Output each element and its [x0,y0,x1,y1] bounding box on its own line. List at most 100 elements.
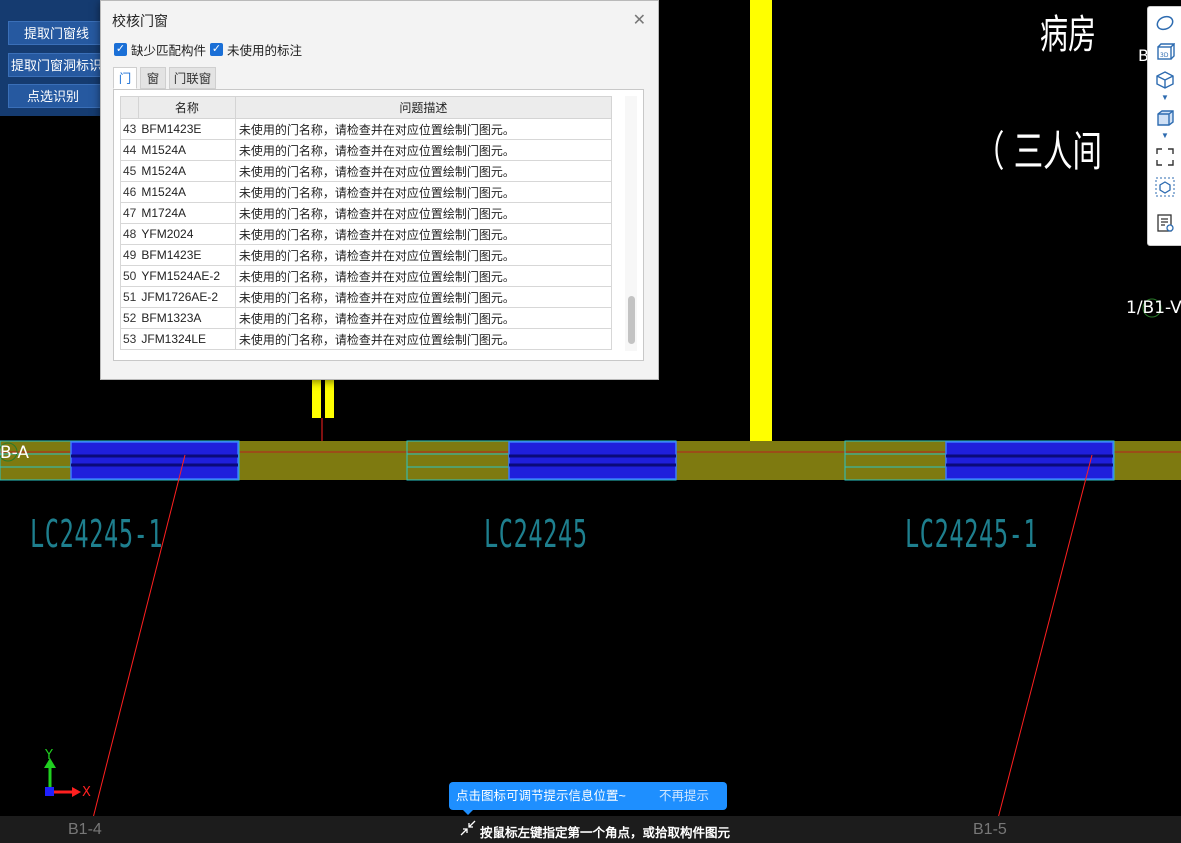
table-row[interactable]: 45 M1524A 未使用的门名称，请检查并在对应位置绘制门图元。 [120,160,612,182]
row-index: 45 [120,160,139,182]
chevron-down-icon[interactable]: ▼ [1155,93,1175,103]
row-name: JFM1726AE-2 [138,286,236,308]
status-prompt: 按鼠标左键指定第一个角点，或拾取构件图元 [480,826,731,840]
axis-label-b1-4: B1-4 [68,821,102,838]
box-icon[interactable] [1155,108,1175,128]
3d-icon[interactable]: 3D [1155,42,1176,62]
row-description: 未使用的门名称，请检查并在对应位置绘制门图元。 [234,286,612,308]
axis-label-b1v: 1/B1-V [1126,298,1181,318]
checkbox-checked-icon: ✓ [114,42,127,56]
right-view-toolbar: 3D ▼ ▼ [1147,6,1181,246]
status-bar: B1-4 B1-5 按鼠标左键指定第一个角点，或拾取构件图元 [0,816,1181,843]
dialog-title: 校核门窗 [112,13,168,29]
svg-text:3D: 3D [1160,52,1169,59]
select-box-icon[interactable] [1155,177,1175,197]
tooltip-arrow [462,809,474,815]
row-description: 未使用的门名称，请检查并在对应位置绘制门图元。 [234,139,612,161]
scrollbar-thumb[interactable] [628,296,635,344]
row-index: 49 [120,244,139,266]
checkbox-missing-components[interactable]: ✓ 缺少匹配构件 [114,41,207,58]
row-index: 50 [120,265,139,287]
fullscreen-icon[interactable] [1155,147,1175,167]
left-toolbar: 提取门窗线 提取门窗洞标识 点选识别 [0,0,108,116]
header-name[interactable]: 名称 [137,96,236,119]
table-row[interactable]: 47 M1724A 未使用的门名称，请检查并在对应位置绘制门图元。 [120,202,612,224]
row-description: 未使用的门名称，请检查并在对应位置绘制门图元。 [234,202,612,224]
checkbox-missing-label: 缺少匹配构件 [131,43,207,58]
row-name: BFM1423E [138,118,236,140]
row-description: 未使用的门名称，请检查并在对应位置绘制门图元。 [234,160,612,182]
cube-view-icon[interactable] [1155,70,1175,90]
row-index: 44 [120,139,139,161]
sphere-icon[interactable] [1155,13,1175,33]
row-index: 48 [120,223,139,245]
table-row[interactable]: 46 M1524A 未使用的门名称，请检查并在对应位置绘制门图元。 [120,181,612,203]
table-row[interactable]: 53 JFM1324LE 未使用的门名称，请检查并在对应位置绘制门图元。 [120,328,612,350]
row-name: M1524A [138,181,236,203]
row-name: M1524A [138,139,236,161]
table-row[interactable]: 50 YFM1524AE-2 未使用的门名称，请检查并在对应位置绘制门图元。 [120,265,612,287]
window-label-3: LC24245-1 [905,512,1039,556]
extract-opening-labels-button[interactable]: 提取门窗洞标识 [8,53,105,77]
row-index: 47 [120,202,139,224]
hint-text: 点击图标可调节提示信息位置~ [456,789,626,803]
point-recognize-label: 点选识别 [27,89,80,104]
point-recognize-button[interactable]: 点选识别 [8,84,105,108]
table-row[interactable]: 44 M1524A 未使用的门名称，请检查并在对应位置绘制门图元。 [120,139,612,161]
row-name: JFM1324LE [138,328,236,350]
row-description: 未使用的门名称，请检查并在对应位置绘制门图元。 [234,118,612,140]
issues-table: 名称 问题描述 43 BFM1423E 未使用的门名称，请检查并在对应位置绘制门图元… [120,96,612,350]
tab-window[interactable]: 窗 [140,67,166,89]
row-description: 未使用的门名称，请检查并在对应位置绘制门图元。 [234,265,612,287]
checkbox-checked-icon: ✓ [210,42,223,56]
yellow-post-left [312,378,321,418]
window-label-1: LC24245-1 [30,512,164,556]
axis-label-ba: B-A [0,443,30,463]
collapse-arrows-icon[interactable] [460,820,476,836]
tab-door-window[interactable]: 门联窗 [169,67,216,89]
list-settings-icon[interactable] [1155,213,1175,233]
row-description: 未使用的门名称，请检查并在对应位置绘制门图元。 [234,328,612,350]
table-row[interactable]: 48 YFM2024 未使用的门名称，请检查并在对应位置绘制门图元。 [120,223,612,245]
ucs-icon [44,758,81,797]
ucs-y-label: Y [45,748,53,763]
row-description: 未使用的门名称，请检查并在对应位置绘制门图元。 [234,244,612,266]
checkbox-unused-labels[interactable]: ✓ 未使用的标注 [210,41,303,58]
checkbox-unused-label: 未使用的标注 [227,43,303,58]
row-index: 53 [120,328,139,350]
dismiss-hint-link[interactable]: 不再提示 [659,782,709,810]
check-doors-windows-dialog: 校核门窗 ✕ ✓ 缺少匹配构件 ✓ 未使用的标注 门 窗 门联窗 名称 问题描述… [100,0,659,380]
row-index: 52 [120,307,139,329]
window-label-2: LC24245 [484,512,588,556]
table-row[interactable]: 51 JFM1726AE-2 未使用的门名称，请检查并在对应位置绘制门图元。 [120,286,612,308]
row-description: 未使用的门名称，请检查并在对应位置绘制门图元。 [234,181,612,203]
yellow-column [750,0,772,441]
close-icon[interactable]: ✕ [633,10,646,30]
row-description: 未使用的门名称，请检查并在对应位置绘制门图元。 [234,307,612,329]
chevron-down-icon[interactable]: ▼ [1155,131,1175,141]
room-label-type: （ 三人间 [975,127,1102,176]
room-label-ward: 病房 [1040,12,1096,58]
row-name: M1524A [138,160,236,182]
ucs-x-label: X [82,785,91,800]
row-description: 未使用的门名称，请检查并在对应位置绘制门图元。 [234,223,612,245]
extract-window-lines-button[interactable]: 提取门窗线 [8,21,105,45]
row-index: 46 [120,181,139,203]
hint-tooltip[interactable]: 点击图标可调节提示信息位置~ 不再提示 [449,782,727,810]
issues-table-container: 名称 问题描述 43 BFM1423E 未使用的门名称，请检查并在对应位置绘制门图元… [113,89,644,361]
row-name: BFM1423E [138,244,236,266]
table-row[interactable]: 49 BFM1423E 未使用的门名称，请检查并在对应位置绘制门图元。 [120,244,612,266]
header-index [120,96,139,119]
row-name: YFM1524AE-2 [138,265,236,287]
table-row[interactable]: 52 BFM1323A 未使用的门名称，请检查并在对应位置绘制门图元。 [120,307,612,329]
axis-label-b1-5: B1-5 [973,821,1007,838]
table-row[interactable]: 43 BFM1423E 未使用的门名称，请检查并在对应位置绘制门图元。 [120,118,612,140]
row-name: BFM1323A [138,307,236,329]
header-description[interactable]: 问题描述 [234,96,612,119]
row-index: 43 [120,118,139,140]
table-scrollbar[interactable] [625,96,637,351]
row-name: YFM2024 [138,223,236,245]
tab-door[interactable]: 门 [113,67,137,89]
yellow-post-right [325,378,334,418]
row-index: 51 [120,286,139,308]
